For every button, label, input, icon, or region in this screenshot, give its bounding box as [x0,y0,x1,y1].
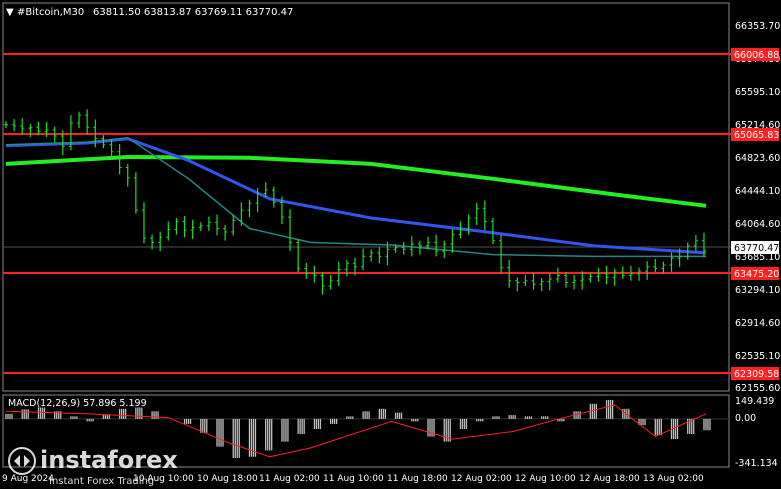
x-tick-label: 12 Aug 10:00 [515,474,576,484]
macd-y-tick-label: 149.439 [735,396,774,407]
y-tick-label: 65595.10 [735,87,780,98]
watermark-tagline: Instant Forex Trading [49,476,154,487]
y-tick-label: 66353.70 [735,21,780,32]
macd-y-tick-label: 0.00 [735,413,756,424]
level-tag-label: 66006.88 [734,50,779,61]
level-tag-label: 62309.58 [734,369,779,380]
x-tick-label: 12 Aug 18:00 [579,474,640,484]
y-tick-label: 62914.60 [735,318,780,329]
y-tick-label: 62535.10 [735,351,780,362]
y-tick-label: 63294.10 [735,285,780,296]
header-arrow-icon[interactable]: ▼ [6,7,14,18]
y-tick-label: 64444.10 [735,186,780,197]
watermark-brand: instaforex [40,446,178,474]
header-ohlc: 63811.50 63813.87 63769.11 63770.47 [93,7,293,18]
x-tick-label: 12 Aug 02:00 [451,474,512,484]
current-price-label: 63770.47 [734,243,779,254]
x-tick-label: 11 Aug 10:00 [323,474,384,484]
trading-chart: ▼ #Bitcoin,M30 63811.50 63813.87 63769.1… [0,0,781,489]
x-tick-label: 13 Aug 02:00 [643,474,704,484]
y-tick-label: 64823.60 [735,153,780,164]
header-symbol: #Bitcoin,M30 [17,7,84,18]
macd-title: MACD(12,26,9) 57.896 5.199 [8,398,147,409]
level-tag-label: 63475.20 [734,269,779,280]
macd-y-tick-label: -341.134 [735,458,778,469]
x-tick-label: 11 Aug 18:00 [387,474,448,484]
level-tag-label: 65065.83 [734,130,779,141]
y-tick-label: 64064.60 [735,219,780,230]
x-tick-label: 10 Aug 18:00 [197,474,258,484]
x-tick-label: 9 Aug 2024 [2,474,54,484]
y-tick-label: 62155.60 [735,383,780,394]
x-tick-label: 11 Aug 02:00 [259,474,320,484]
